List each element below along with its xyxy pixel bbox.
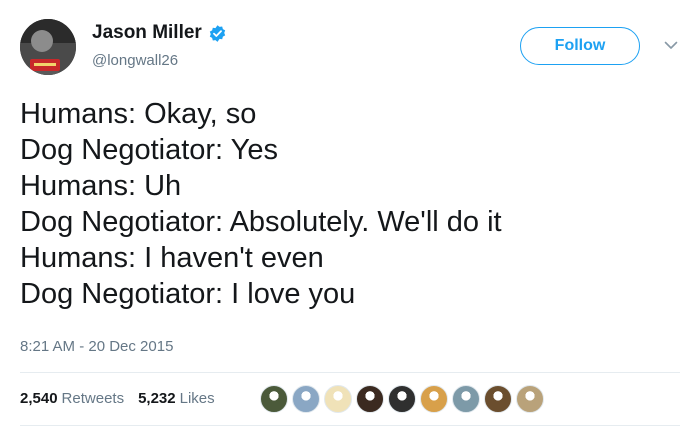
liker-avatar[interactable] [260, 385, 288, 413]
chevron-down-icon[interactable] [664, 40, 678, 50]
liker-avatar[interactable] [356, 385, 384, 413]
liker-avatar[interactable] [324, 385, 352, 413]
tweet-text: Humans: Okay, so Dog Negotiator: Yes Hum… [20, 96, 680, 312]
author-handle[interactable]: @longwall26 [92, 52, 178, 69]
avatar-photo-icon [20, 19, 76, 75]
tweet-line: Dog Negotiator: Absolutely. We'll do it [20, 206, 502, 238]
tweet-line: Humans: I haven't even [20, 242, 324, 274]
divider [20, 372, 680, 373]
tweet-card: Jason Miller @longwall26 Follow Humans: … [0, 0, 700, 435]
author-name-row: Jason Miller [92, 22, 227, 44]
liker-avatars [260, 385, 548, 413]
retweets-label[interactable]: Retweets [62, 390, 125, 407]
user-avatar[interactable] [20, 19, 76, 75]
author-name[interactable]: Jason Miller [92, 22, 202, 44]
tweet-line: Humans: Uh [20, 170, 182, 202]
likes-label[interactable]: Likes [180, 390, 215, 407]
liker-avatar[interactable] [420, 385, 448, 413]
tweet-timestamp[interactable]: 8:21 AM - 20 Dec 2015 [20, 338, 173, 355]
liker-avatar[interactable] [484, 385, 512, 413]
liker-avatar[interactable] [292, 385, 320, 413]
liker-avatar[interactable] [516, 385, 544, 413]
tweet-line: Dog Negotiator: I love you [20, 278, 356, 310]
tweet-line: Dog Negotiator: Yes [20, 134, 278, 166]
tweet-stats: 2,540 Retweets 5,232 Likes [20, 390, 229, 407]
follow-button[interactable]: Follow [520, 27, 640, 65]
liker-avatar[interactable] [452, 385, 480, 413]
retweets-count[interactable]: 2,540 [20, 390, 58, 407]
divider [20, 425, 680, 426]
tweet-line: Humans: Okay, so [20, 98, 257, 130]
liker-avatar[interactable] [388, 385, 416, 413]
verified-badge-icon [209, 24, 226, 42]
likes-count[interactable]: 5,232 [138, 390, 176, 407]
